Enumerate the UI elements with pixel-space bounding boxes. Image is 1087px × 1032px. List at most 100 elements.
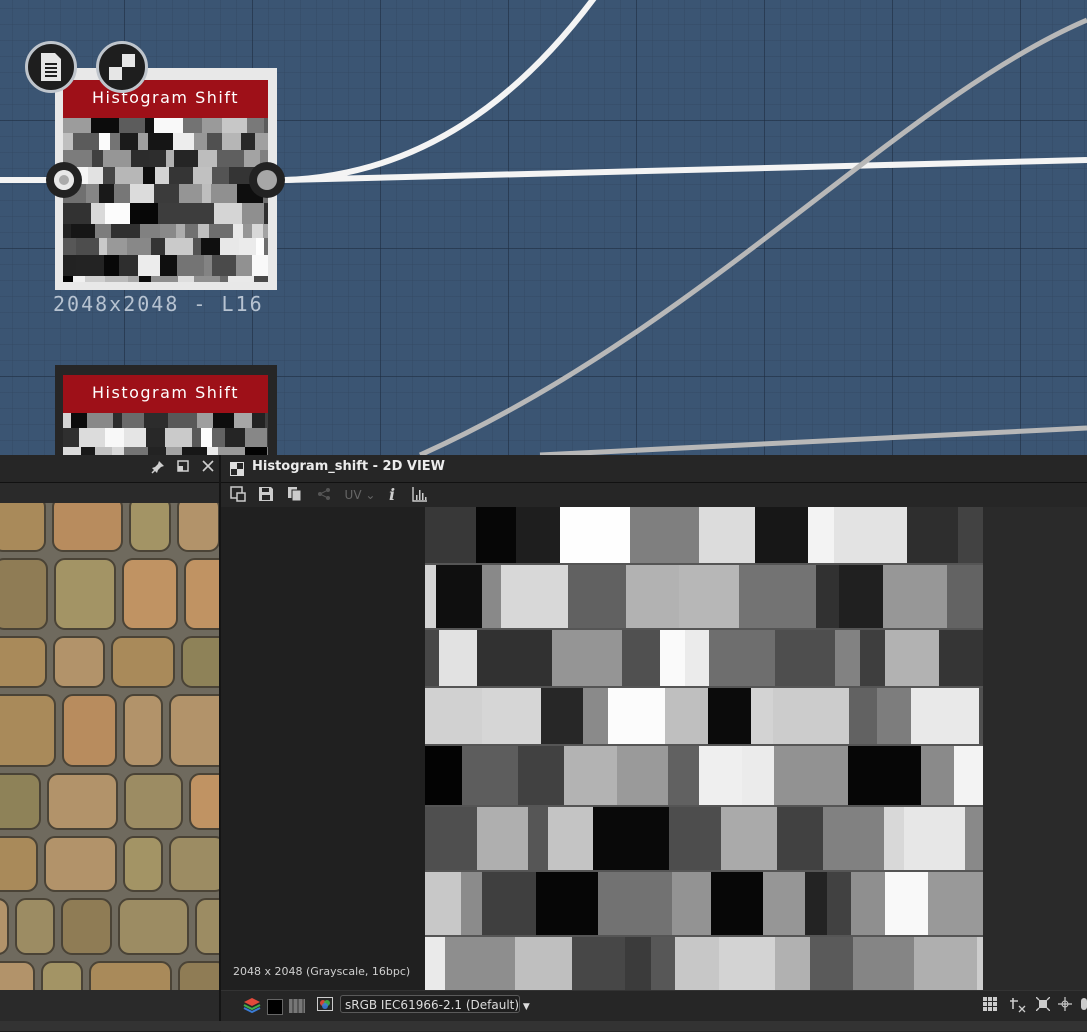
uv-label: UV <box>344 488 362 502</box>
histogram-icon[interactable] <box>411 486 429 504</box>
cobblestone <box>129 503 171 552</box>
texture-tile <box>885 630 939 686</box>
thumb-tile <box>173 133 194 150</box>
pan-icon[interactable] <box>1079 997 1087 1015</box>
texture-tile <box>835 630 860 686</box>
cobblestone <box>61 898 112 955</box>
thumb-tile <box>103 150 131 167</box>
node-resolution-label: 2048x2048 - L16 <box>53 292 264 316</box>
texture-tile <box>947 565 983 628</box>
texture-tile <box>528 807 548 870</box>
texture-tile <box>608 688 665 744</box>
cobblestone <box>189 773 219 830</box>
3d-material-preview[interactable] <box>0 503 219 990</box>
wire-gray-1[interactable] <box>418 17 1087 455</box>
thumb-tile <box>233 224 243 238</box>
pin-icon[interactable] <box>150 460 166 476</box>
thumb-tile <box>168 413 197 428</box>
gray-swatch-icon[interactable] <box>289 997 307 1015</box>
color-management-icon[interactable] <box>316 997 334 1015</box>
thumb-tile <box>264 238 268 255</box>
thumb-tile <box>71 413 87 428</box>
2d-canvas[interactable]: 2048 x 2048 (Grayscale, 16bpc) <box>221 507 1087 990</box>
thumb-tile <box>217 150 244 167</box>
thumb-tile <box>143 167 155 184</box>
tiling-icon[interactable] <box>1008 997 1028 1015</box>
info-icon[interactable]: i <box>385 486 399 504</box>
grid-icon[interactable] <box>981 997 999 1015</box>
texture-tile <box>552 630 622 686</box>
float-icon[interactable] <box>175 460 191 476</box>
colorspace-dropdown[interactable]: sRGB IEC61966-2.1 (Default) ▼ <box>340 995 530 1013</box>
texture-tile <box>885 872 928 935</box>
thumb-tile <box>202 184 211 203</box>
thumb-tile <box>71 224 95 238</box>
texture-tile <box>672 872 711 935</box>
texture-tile <box>651 937 675 990</box>
thumb-tile <box>119 255 138 276</box>
cobblestone <box>54 558 116 630</box>
texture-tile <box>742 746 774 805</box>
thumb-tile <box>178 276 194 282</box>
thumb-tile <box>267 447 268 455</box>
thumb-tile <box>105 203 130 224</box>
input-port[interactable] <box>46 162 82 198</box>
texture-tile <box>884 807 904 870</box>
texture-tile <box>816 565 839 628</box>
thumb-tile <box>91 118 119 133</box>
thumb-tile <box>220 276 228 282</box>
texture-image[interactable] <box>425 507 983 990</box>
texture-tile <box>921 746 954 805</box>
2d-view-panel[interactable]: Histogram_shift - 2D VIEW UV ⌄ i 2048 x … <box>221 455 1087 1032</box>
thumb-tile <box>212 167 229 184</box>
layers-icon[interactable] <box>241 997 263 1015</box>
texture-tile <box>425 807 477 870</box>
texture-tile <box>476 507 516 563</box>
texture-tile <box>849 688 877 744</box>
thumb-tile <box>193 167 212 184</box>
thumb-tile <box>192 428 201 447</box>
output-port[interactable] <box>249 162 285 198</box>
thumb-tile <box>112 447 124 455</box>
copy-icon[interactable] <box>286 486 304 504</box>
document-icon[interactable] <box>25 41 77 93</box>
texture-tile <box>851 872 885 935</box>
move-icon[interactable] <box>1056 997 1074 1015</box>
thumb-tile <box>138 133 148 150</box>
thumb-tile <box>76 238 99 255</box>
fit-icon[interactable] <box>1034 996 1052 1015</box>
3d-view-panel[interactable] <box>0 455 221 1031</box>
texture-tile <box>763 872 805 935</box>
thumb-tile <box>95 447 112 455</box>
texture-tile <box>548 807 593 870</box>
checker-icon[interactable] <box>96 41 148 93</box>
texture-tile <box>425 872 461 935</box>
thumb-tile <box>63 447 81 455</box>
texture-tile <box>805 872 827 935</box>
uv-dropdown[interactable]: UV ⌄ <box>343 486 377 504</box>
node-graph[interactable]: Histogram Shift 2048x2048 - L16 Histogra… <box>0 0 1087 455</box>
close-icon[interactable] <box>200 460 216 476</box>
snapshot-icon[interactable] <box>229 486 247 504</box>
texture-tile <box>928 872 983 935</box>
thumb-tile <box>138 255 160 276</box>
texture-tile <box>860 630 885 686</box>
texture-tile <box>515 937 572 990</box>
histogram-shift-node[interactable]: Histogram Shift <box>55 68 277 290</box>
wire-output-2[interactable] <box>284 157 1087 183</box>
thumb-tile <box>209 224 233 238</box>
thumb-tile <box>115 167 143 184</box>
texture-tile <box>808 507 834 563</box>
wire-gray-2[interactable] <box>539 425 1087 455</box>
texture-tile <box>626 565 679 628</box>
thumb-tile <box>99 184 114 203</box>
thumb-tile <box>114 184 130 203</box>
black-swatch-icon[interactable] <box>267 997 283 1015</box>
texture-tile <box>625 937 651 990</box>
thumb-tile <box>124 428 146 447</box>
texture-tile <box>516 507 560 563</box>
texture-tile <box>719 937 775 990</box>
save-icon[interactable] <box>257 486 275 504</box>
panel-toolbar <box>0 483 219 503</box>
histogram-shift-node-2[interactable]: Histogram Shift <box>55 365 277 455</box>
